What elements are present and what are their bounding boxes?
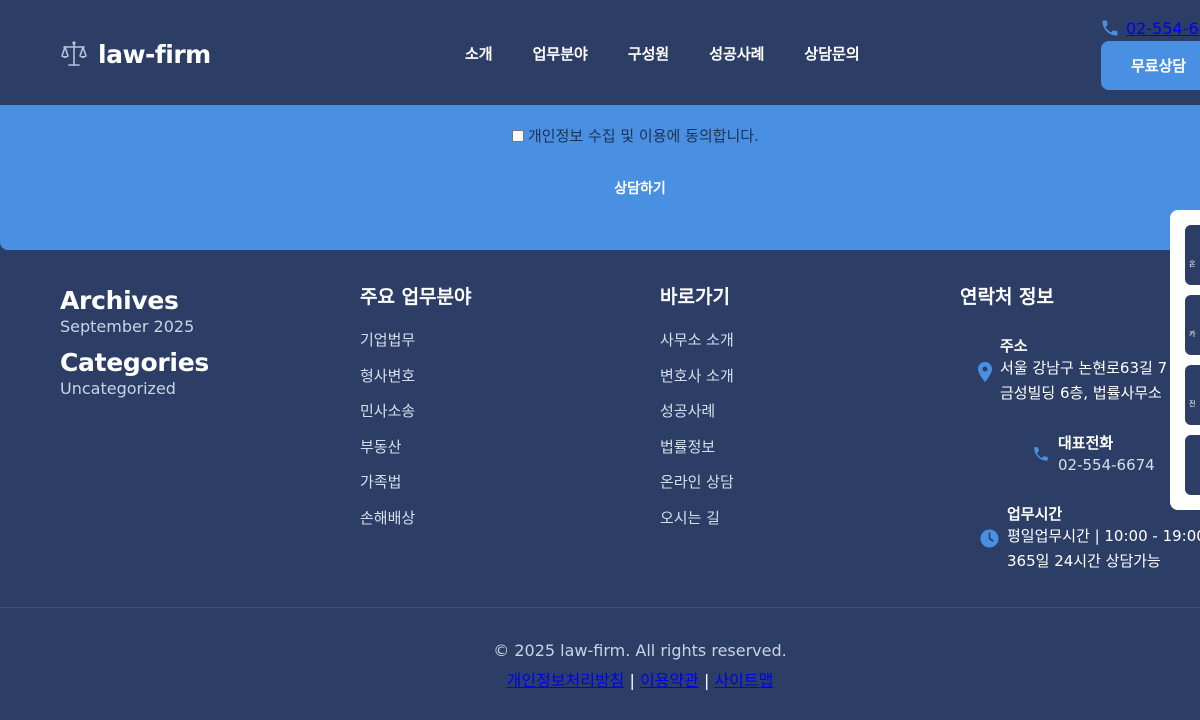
practice-item[interactable]: 기업법무 bbox=[360, 329, 472, 365]
quicklinks-title: 바로가기 bbox=[660, 286, 730, 308]
privacy-agree-label[interactable]: 개인정보 수집 및 이용에 동의합니다. bbox=[528, 125, 759, 146]
legal-separator: | bbox=[629, 671, 635, 690]
quicklink-item[interactable]: 변호사 소개 bbox=[660, 365, 734, 401]
practice-item[interactable]: 손해배상 bbox=[360, 507, 472, 543]
archives-item[interactable]: September 2025 bbox=[60, 317, 209, 336]
address-line: 서울 강남구 논현로63길 7 bbox=[1000, 359, 1168, 377]
practice-item[interactable]: 부동산 bbox=[360, 436, 472, 472]
nav-item-success-cases[interactable]: 성공사례 bbox=[709, 43, 764, 64]
quick-online-button[interactable]: 온 bbox=[1185, 225, 1200, 285]
footer-divider bbox=[0, 607, 1200, 608]
terms-link[interactable]: 이용약관 bbox=[640, 671, 699, 690]
quicklink-item[interactable]: 법률정보 bbox=[660, 436, 734, 472]
nav-item-practice-areas[interactable]: 업무분야 bbox=[533, 43, 588, 64]
nav-item-members[interactable]: 구성원 bbox=[628, 43, 669, 64]
footer-contact-column: 연락처 정보 bbox=[960, 282, 1054, 309]
quicklink-item[interactable]: 사무소 소개 bbox=[660, 329, 734, 365]
nav-item-about[interactable]: 소개 bbox=[465, 43, 493, 64]
footer-archives-column: Archives September 2025 Categories Uncat… bbox=[60, 286, 209, 410]
site-header: law-firm 소개 업무분야 구성원 성공사례 상담문의 02-554-66… bbox=[0, 0, 1200, 105]
floating-quick-panel: 온 카 전 bbox=[1170, 210, 1200, 510]
hours-line: 365일 24시간 상담가능 bbox=[1007, 552, 1161, 570]
submit-consultation-button[interactable]: 상담하기 bbox=[560, 171, 720, 205]
privacy-agree-row: 개인정보 수집 및 이용에 동의합니다. bbox=[512, 125, 759, 146]
categories-title: Categories bbox=[60, 348, 209, 377]
quick-top-button[interactable] bbox=[1185, 435, 1200, 495]
legal-separator: | bbox=[703, 671, 710, 690]
practice-item[interactable]: 민사소송 bbox=[360, 400, 472, 436]
map-pin-icon bbox=[978, 362, 992, 382]
practice-item[interactable]: 가족법 bbox=[360, 471, 472, 507]
quick-phone-button[interactable]: 전 bbox=[1185, 365, 1200, 425]
phone-icon bbox=[1102, 20, 1118, 36]
consultation-form-band: 개인정보 수집 및 이용에 동의합니다. 상담하기 bbox=[0, 105, 1200, 250]
sitemap-link[interactable]: 사이트맵 bbox=[714, 671, 773, 690]
legal-links: 개인정보처리방침 | 이용약관 | 사이트맵 bbox=[0, 667, 1200, 691]
footer-quicklinks-column: 바로가기 사무소 소개 변호사 소개 성공사례 법률정보 온라인 상담 오시는 … bbox=[660, 282, 734, 543]
header-phone: 02-554-66 bbox=[1100, 18, 1200, 38]
header-phone-link[interactable]: 02-554-66 bbox=[1126, 19, 1200, 38]
nav-item-consultation[interactable]: 상담문의 bbox=[804, 43, 859, 64]
phone-value[interactable]: 02-554-6674 bbox=[1058, 453, 1155, 478]
contact-title: 연락처 정보 bbox=[960, 286, 1055, 308]
quick-label: 카 bbox=[1189, 330, 1196, 338]
privacy-agree-checkbox[interactable] bbox=[512, 129, 524, 142]
categories-item[interactable]: Uncategorized bbox=[60, 379, 209, 398]
phone-icon bbox=[1034, 447, 1048, 461]
quicklinks-list: 사무소 소개 변호사 소개 성공사례 법률정보 온라인 상담 오시는 길 bbox=[660, 329, 734, 543]
hours-line: 평일업무시간 | 10:00 - 19:00 bbox=[1007, 527, 1200, 545]
logo-text: law-firm bbox=[98, 39, 211, 69]
practice-item[interactable]: 형사변호 bbox=[360, 365, 472, 401]
quicklink-item[interactable]: 성공사례 bbox=[660, 400, 734, 436]
privacy-policy-link[interactable]: 개인정보처리방침 bbox=[507, 671, 625, 690]
address-line: 금성빌딩 6층, 법률사무소 bbox=[1000, 384, 1162, 402]
main-nav: 소개 업무분야 구성원 성공사례 상담문의 bbox=[465, 43, 860, 64]
practice-list: 기업법무 형사변호 민사소송 부동산 가족법 손해배상 bbox=[360, 329, 472, 543]
quicklink-item[interactable]: 오시는 길 bbox=[660, 507, 734, 543]
quick-kakao-button[interactable]: 카 bbox=[1185, 295, 1200, 355]
quicklink-item[interactable]: 온라인 상담 bbox=[660, 471, 734, 507]
footer-practice-column: 주요 업무분야 기업법무 형사변호 민사소송 부동산 가족법 손해배상 bbox=[360, 282, 472, 543]
archives-title: Archives bbox=[60, 286, 179, 315]
quick-label: 온 bbox=[1189, 260, 1196, 268]
logo[interactable]: law-firm bbox=[60, 38, 211, 70]
practice-title: 주요 업무분야 bbox=[360, 286, 472, 308]
phone-title: 대표전화 bbox=[1058, 434, 1114, 452]
scales-of-justice-icon bbox=[61, 41, 87, 66]
clock-icon bbox=[980, 529, 999, 548]
address-title: 주소 bbox=[1000, 337, 1028, 355]
quick-label: 전 bbox=[1189, 400, 1196, 408]
copyright-text: © 2025 law-firm. All rights reserved. bbox=[493, 641, 787, 660]
free-consultation-button[interactable]: 무료상담 bbox=[1101, 41, 1200, 90]
